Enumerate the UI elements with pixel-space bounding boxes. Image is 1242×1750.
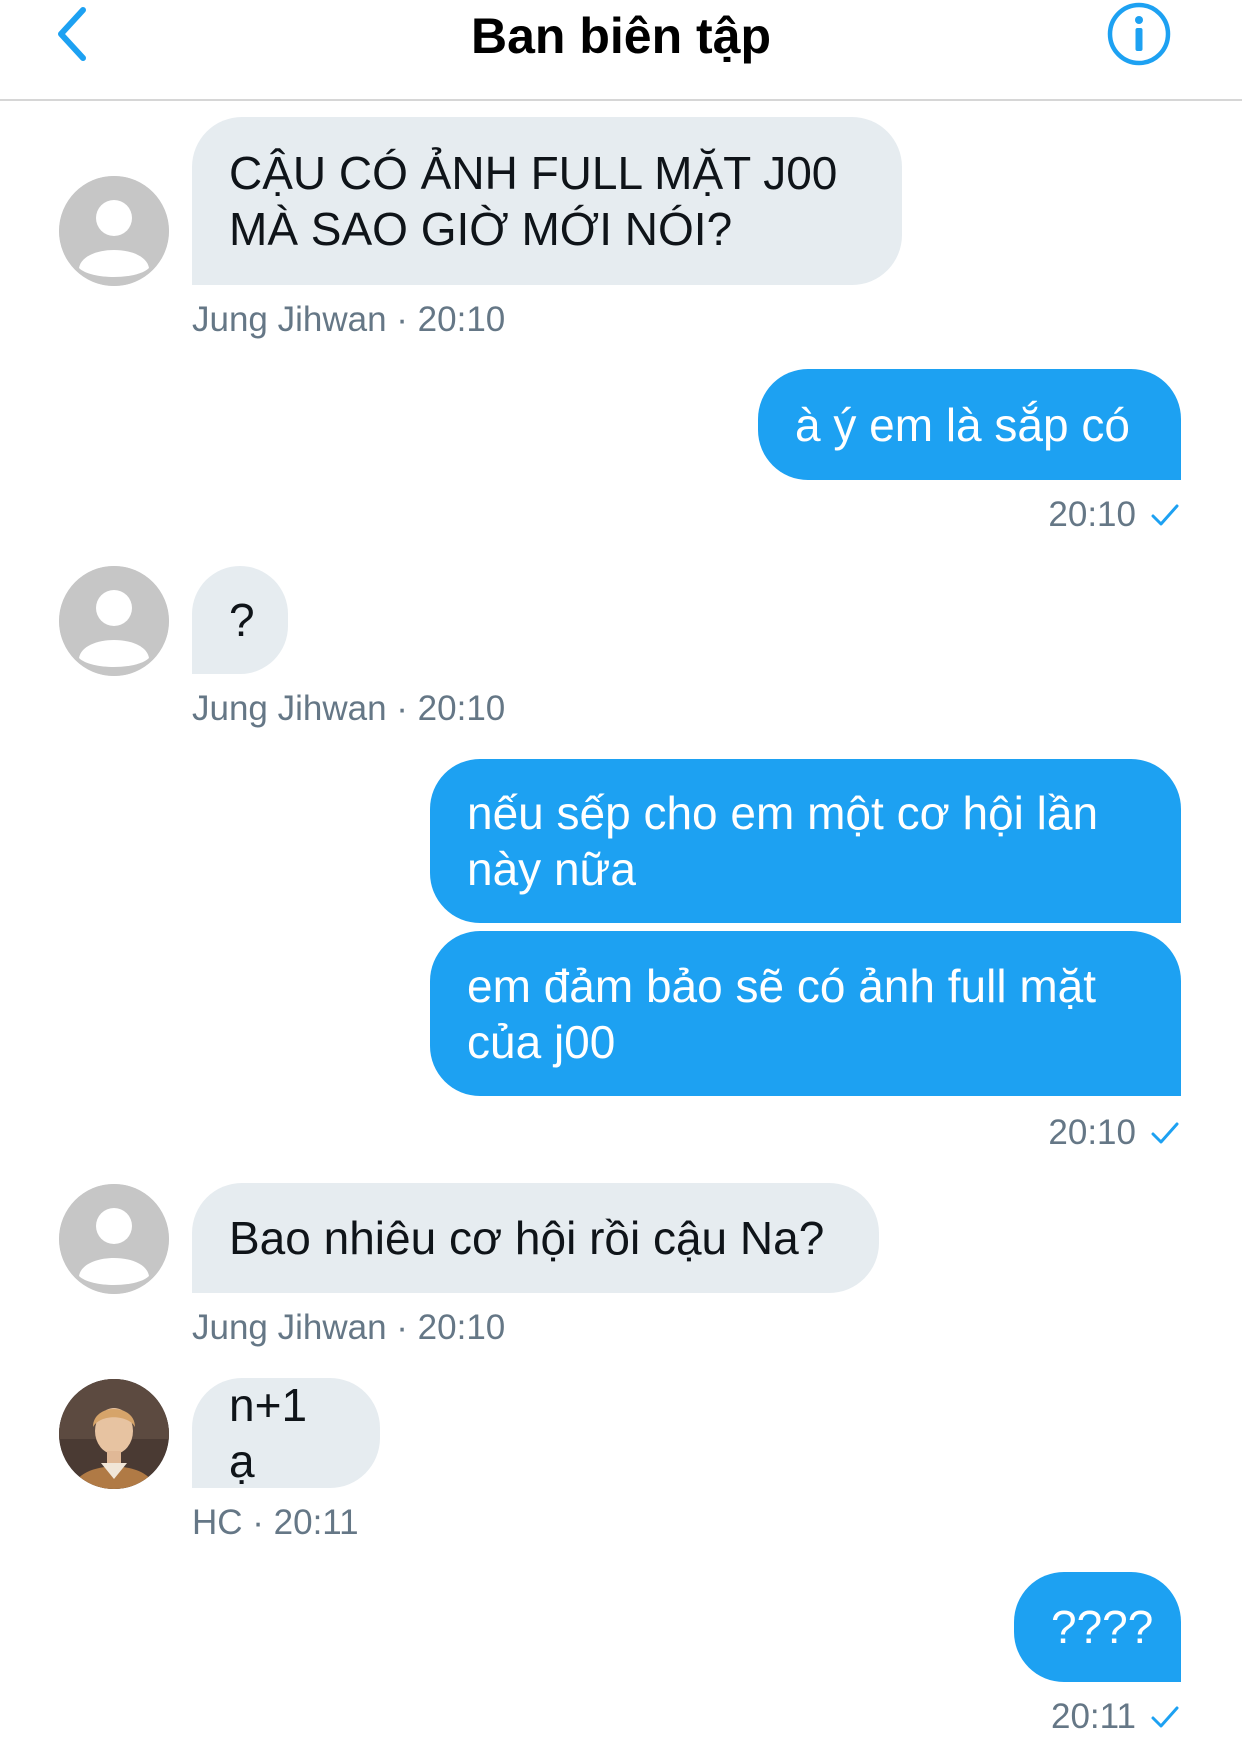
message-meta: HC · 20:11	[192, 1503, 359, 1542]
profile-photo[interactable]	[59, 1379, 169, 1489]
default-avatar[interactable]	[59, 1184, 169, 1294]
message-meta: Jung Jihwan · 20:10	[192, 1308, 506, 1347]
message-bubble-incoming[interactable]: ?	[192, 566, 288, 674]
default-avatar[interactable]	[59, 566, 169, 676]
message-time: 20:11	[1051, 1697, 1136, 1736]
message-meta: 20:10	[1048, 494, 1180, 536]
message-time: 20:10	[1048, 495, 1136, 534]
message-bubble-incoming[interactable]: Bao nhiêu cơ hội rồi cậu Na?	[192, 1183, 879, 1293]
message-meta: 20:10	[1048, 1112, 1180, 1154]
message-time: 20:10	[1048, 1113, 1136, 1152]
check-icon	[1150, 1704, 1180, 1730]
message-meta: 20:11	[1051, 1696, 1180, 1738]
conversation-title: Ban biên tập	[470, 8, 772, 64]
default-avatar[interactable]	[59, 176, 169, 286]
check-icon	[1150, 502, 1180, 528]
message-bubble-incoming[interactable]: CẬU CÓ ẢNH FULL MẶT J00 MÀ SAO GIỜ MỚI N…	[192, 117, 902, 285]
message-bubble-outgoing[interactable]: em đảm bảo sẽ có ảnh full mặt của j00	[430, 931, 1181, 1096]
info-icon	[1106, 1, 1172, 72]
check-icon	[1150, 1120, 1180, 1146]
message-bubble-outgoing[interactable]: ????	[1014, 1572, 1181, 1682]
message-bubble-outgoing[interactable]: à ý em là sắp có	[758, 369, 1181, 480]
conversation-header: Ban biên tập	[0, 0, 1242, 101]
message-meta: Jung Jihwan · 20:10	[192, 300, 506, 339]
info-button[interactable]	[1105, 2, 1173, 70]
message-bubble-outgoing[interactable]: nếu sếp cho em một cơ hội lần này nữa	[430, 759, 1181, 923]
message-meta: Jung Jihwan · 20:10	[192, 689, 506, 728]
message-bubble-incoming[interactable]: n+1 ạ	[192, 1378, 380, 1488]
